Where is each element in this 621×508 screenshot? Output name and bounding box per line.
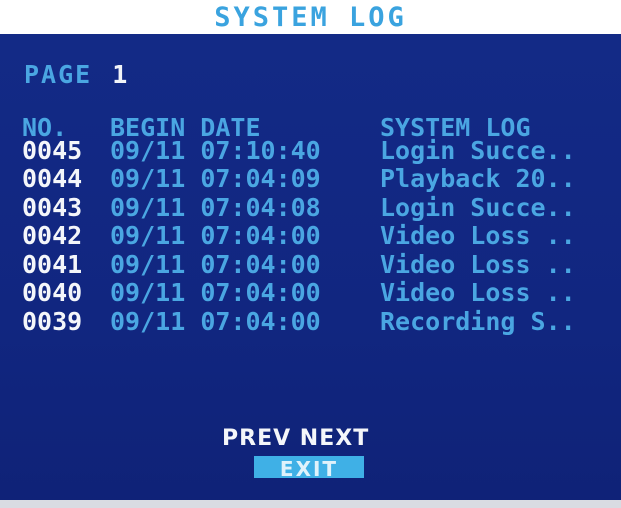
log-number: 0045: [22, 135, 83, 165]
log-message: Login Succe..: [380, 135, 576, 165]
log-date: 09/11: [110, 135, 186, 165]
table-row[interactable]: 0045 09/11 07:10:40 Login Succe..: [22, 135, 621, 166]
log-number: 0043: [22, 192, 83, 222]
log-begin-date: 09/11 07:04:00: [110, 249, 380, 280]
next-button[interactable]: NEXT: [300, 426, 369, 451]
page-title: SYSTEM LOG: [214, 2, 407, 33]
log-number: 0039: [22, 306, 83, 336]
log-time: 07:04:09: [200, 164, 321, 193]
log-number: 0040: [22, 278, 83, 307]
title-bar: SYSTEM LOG: [0, 0, 621, 36]
dvr-system-log-screen: SYSTEM LOG PAGE 1 NO. BEGIN DATE SYSTEM L…: [0, 0, 621, 508]
log-date: 09/11: [110, 164, 186, 193]
log-date: 09/11: [110, 278, 186, 307]
log-table: NO. BEGIN DATE SYSTEM LOG 0045 09/11 07:…: [22, 113, 621, 337]
log-message: Recording S..: [380, 306, 576, 336]
log-message: Playback 20..: [380, 164, 576, 193]
log-begin-date: 09/11 07:04:08: [110, 192, 380, 223]
page-number: 1: [112, 60, 128, 89]
log-begin-date: 09/11 07:04:09: [110, 164, 380, 194]
log-date: 09/11: [110, 192, 186, 222]
log-begin-date: 09/11 07:04:00: [110, 221, 380, 251]
log-number: 0044: [22, 164, 83, 193]
bottom-bezel: [0, 500, 621, 508]
table-row[interactable]: 0044 09/11 07:04:09 Playback 20..: [22, 164, 621, 194]
log-time: 07:04:08: [200, 192, 321, 222]
table-row[interactable]: 0040 09/11 07:04:00 Video Loss ..: [22, 278, 621, 308]
prev-button[interactable]: PREV: [222, 426, 291, 451]
page-indicator: PAGE 1: [24, 60, 127, 89]
exit-button[interactable]: EXIT: [254, 456, 364, 478]
log-begin-date: 09/11 07:10:40: [110, 135, 380, 166]
log-time: 07:04:00: [200, 221, 321, 250]
table-row[interactable]: 0042 09/11 07:04:00 Video Loss ..: [22, 221, 621, 251]
table-row[interactable]: 0039 09/11 07:04:00 Recording S..: [22, 306, 621, 337]
table-row[interactable]: 0041 09/11 07:04:00 Video Loss ..: [22, 249, 621, 280]
log-message: Video Loss ..: [380, 278, 576, 307]
log-time: 07:10:40: [200, 135, 321, 165]
log-message: Video Loss ..: [380, 249, 576, 279]
log-time: 07:04:00: [200, 278, 321, 307]
log-begin-date: 09/11 07:04:00: [110, 278, 380, 308]
log-number: 0042: [22, 221, 83, 250]
table-row[interactable]: 0043 09/11 07:04:08 Login Succe..: [22, 192, 621, 223]
log-time: 07:04:00: [200, 306, 321, 336]
log-number: 0041: [22, 249, 83, 279]
log-time: 07:04:00: [200, 249, 321, 279]
log-date: 09/11: [110, 306, 186, 336]
page-label: PAGE: [24, 60, 93, 89]
log-message: Video Loss ..: [380, 221, 576, 250]
log-begin-date: 09/11 07:04:00: [110, 306, 380, 337]
pagination-nav: PREV NEXT: [222, 426, 369, 451]
log-date: 09/11: [110, 221, 186, 250]
log-date: 09/11: [110, 249, 186, 279]
log-message: Login Succe..: [380, 192, 576, 222]
